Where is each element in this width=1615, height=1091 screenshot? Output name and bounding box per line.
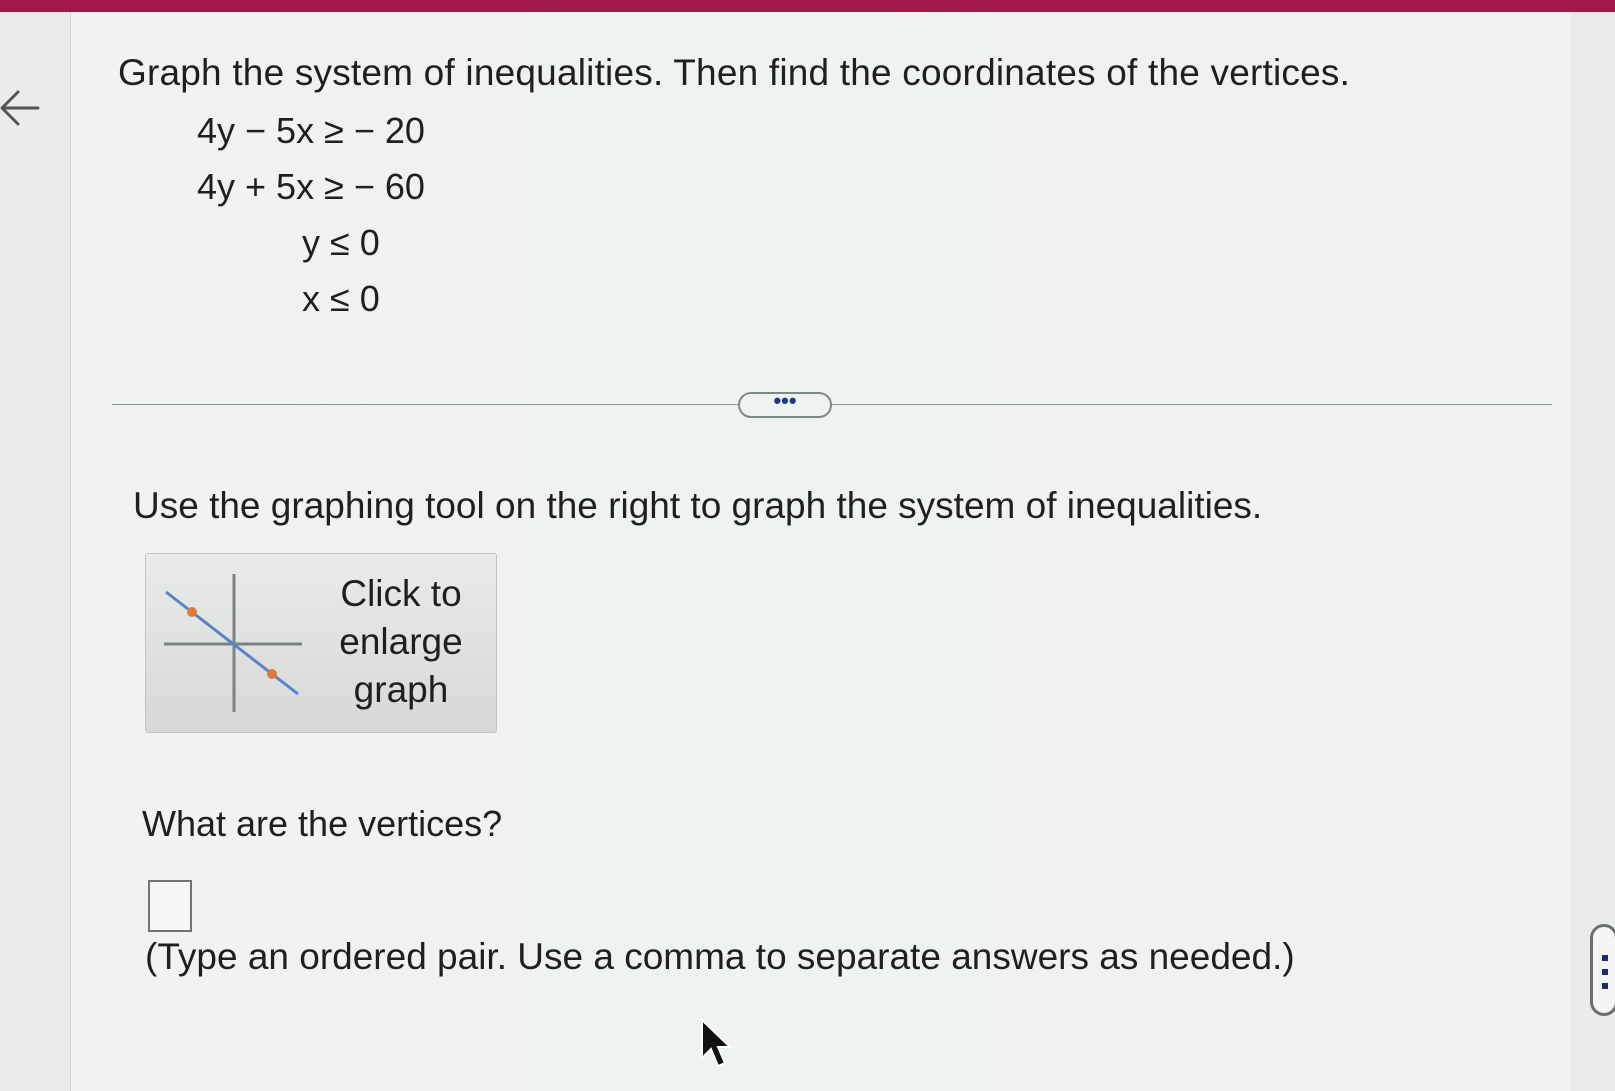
vertices-question: What are the vertices? xyxy=(142,803,503,844)
drag-handle-icon[interactable] xyxy=(1590,924,1615,1016)
graph-label-line2: enlarge xyxy=(339,621,463,662)
top-accent-bar xyxy=(0,0,1615,12)
graph-thumbnail-icon xyxy=(164,574,302,712)
vertices-answer-input[interactable] xyxy=(148,880,192,932)
section-divider xyxy=(112,404,1552,405)
enlarge-graph-button[interactable]: Click to enlarge graph xyxy=(145,553,497,733)
inequality-1: 4y − 5x ≥ − 20 xyxy=(197,110,425,151)
question-text: Graph the system of inequalities. Then f… xyxy=(118,52,1351,93)
graph-label-line3: graph xyxy=(353,669,449,710)
mouse-pointer-icon xyxy=(701,1018,733,1068)
more-options-icon: ••• xyxy=(773,388,797,413)
more-options-button[interactable]: ••• xyxy=(738,390,832,418)
inequality-4: x ≤ 0 xyxy=(302,278,380,319)
answer-hint: (Type an ordered pair. Use a comma to se… xyxy=(145,936,1295,977)
inequality-2: 4y + 5x ≥ − 60 xyxy=(197,166,425,207)
enlarge-graph-label: Click to enlarge graph xyxy=(306,570,496,714)
instruction-text: Use the graphing tool on the right to gr… xyxy=(133,485,1263,526)
inequality-3: y ≤ 0 xyxy=(302,222,380,263)
back-arrow-icon[interactable] xyxy=(0,88,40,128)
graph-label-line1: Click to xyxy=(340,573,462,614)
